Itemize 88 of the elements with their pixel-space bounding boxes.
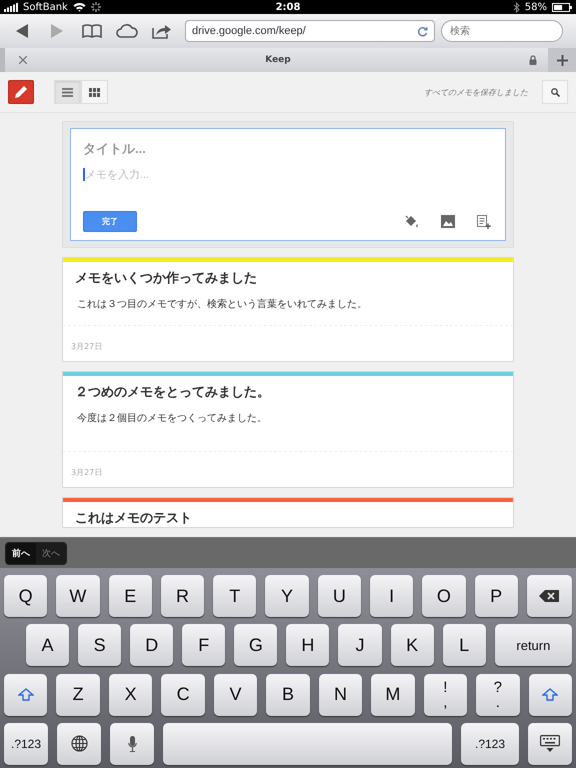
note-card[interactable]: メモをいくつか作ってみました これは３つ目のメモですが、検索という言葉をいれてみました。 3月27日 xyxy=(62,257,514,362)
letter-key[interactable]: E xyxy=(108,575,152,617)
new-tab-button[interactable] xyxy=(548,48,576,72)
hide-keyboard-icon xyxy=(540,734,560,753)
globe-icon xyxy=(70,735,88,752)
paint-bucket-icon[interactable] xyxy=(405,214,419,228)
close-icon[interactable] xyxy=(19,56,27,64)
note-date: 3月27日 xyxy=(71,342,102,351)
dictation-key[interactable] xyxy=(110,722,154,765)
note-text: これは３つ目のメモですが、検索という言葉をいれてみました。 xyxy=(76,298,368,311)
carrier-name: SoftBank xyxy=(23,2,68,12)
letter-key[interactable]: I xyxy=(370,575,414,617)
tab-title: Keep xyxy=(265,55,291,65)
shift-key[interactable] xyxy=(4,674,48,716)
letter-key[interactable]: A xyxy=(26,624,70,666)
microphone-icon xyxy=(128,736,136,752)
note-title: メモをいくつか作ってみました xyxy=(74,270,258,287)
shift-icon xyxy=(542,688,558,702)
letter-key[interactable]: V xyxy=(214,674,258,716)
backspace-key[interactable] xyxy=(526,575,572,617)
letter-key[interactable]: S xyxy=(78,624,122,666)
letter-key[interactable]: O xyxy=(422,575,466,617)
letter-key[interactable]: F xyxy=(182,624,226,666)
clock-time: 2:08 xyxy=(276,2,300,12)
letter-key[interactable]: Z xyxy=(56,674,100,716)
letter-key[interactable]: ? . xyxy=(476,674,520,716)
letter-key[interactable]: G xyxy=(234,624,278,666)
search-button[interactable] xyxy=(542,80,568,104)
letter-key[interactable]: J xyxy=(338,624,382,666)
letter-key[interactable]: M xyxy=(371,674,415,716)
plus-icon xyxy=(556,54,568,66)
add-list-icon[interactable] xyxy=(477,214,491,228)
pencil-icon xyxy=(14,85,28,99)
save-status: すべてのメモを保存しました xyxy=(424,86,528,98)
lock-icon xyxy=(529,55,537,65)
back-icon xyxy=(16,24,28,38)
letter-key[interactable]: X xyxy=(108,674,152,716)
list-icon xyxy=(62,88,73,96)
book-icon xyxy=(82,24,102,38)
note-card[interactable]: これはメモのテスト xyxy=(62,497,514,528)
return-key[interactable]: return xyxy=(494,624,572,666)
numbers-key[interactable]: .?123 xyxy=(461,722,519,765)
search-icon xyxy=(550,88,560,96)
letter-key[interactable]: D xyxy=(130,624,174,666)
note-title: ２つめのメモをとってみました。 xyxy=(74,384,271,401)
wifi-icon xyxy=(72,2,86,12)
letter-key[interactable]: R xyxy=(160,575,204,617)
list-view-button[interactable] xyxy=(54,80,81,104)
grid-view-button[interactable] xyxy=(81,80,108,104)
cloud-icon xyxy=(116,24,138,38)
battery-percent: 58% xyxy=(524,2,547,12)
numbers-key[interactable]: .?123 xyxy=(4,722,48,765)
letter-key[interactable]: C xyxy=(161,674,205,716)
hide-keyboard-key[interactable] xyxy=(528,722,572,765)
battery-icon xyxy=(552,2,572,12)
loading-spinner-icon xyxy=(90,2,101,12)
grid-icon xyxy=(89,88,100,96)
address-field[interactable]: drive.google.com/keep/ xyxy=(185,20,435,42)
letter-key[interactable]: U xyxy=(318,575,361,617)
letter-key[interactable]: N xyxy=(318,674,362,716)
letter-key[interactable]: K xyxy=(390,624,434,666)
letter-key[interactable]: Q xyxy=(4,575,48,617)
letter-key[interactable]: T xyxy=(213,575,256,617)
share-icon xyxy=(152,23,172,39)
letter-key[interactable]: B xyxy=(266,674,310,716)
signal-icon xyxy=(4,2,18,12)
text-cursor xyxy=(83,168,85,181)
letter-key[interactable]: ! , xyxy=(424,674,468,716)
letter-key[interactable]: Y xyxy=(265,575,309,617)
shift-icon xyxy=(18,688,34,702)
shift-key[interactable] xyxy=(528,674,572,716)
previous-button[interactable]: 前へ xyxy=(6,542,36,564)
note-card[interactable]: ２つめのメモをとってみました。 今度は２個目のメモをつくってみました。 3月27日 xyxy=(62,371,514,488)
letter-key[interactable]: W xyxy=(56,575,100,617)
backspace-icon xyxy=(539,590,560,602)
note-date: 3月27日 xyxy=(71,468,102,477)
browser-tab[interactable]: Keep xyxy=(5,48,548,72)
bluetooth-icon xyxy=(512,2,520,12)
letter-key[interactable]: P xyxy=(474,575,518,617)
letter-key[interactable]: H xyxy=(286,624,330,666)
search-field[interactable]: 検索 xyxy=(441,20,563,42)
image-icon[interactable] xyxy=(441,215,455,228)
globe-key[interactable] xyxy=(57,722,101,765)
note-text: 今度は２個目のメモをつくってみました。 xyxy=(76,412,268,426)
reload-icon xyxy=(417,26,428,36)
letter-key[interactable]: L xyxy=(442,624,486,666)
note-title: これはメモのテスト xyxy=(74,510,193,527)
new-note-button[interactable] xyxy=(8,80,34,104)
